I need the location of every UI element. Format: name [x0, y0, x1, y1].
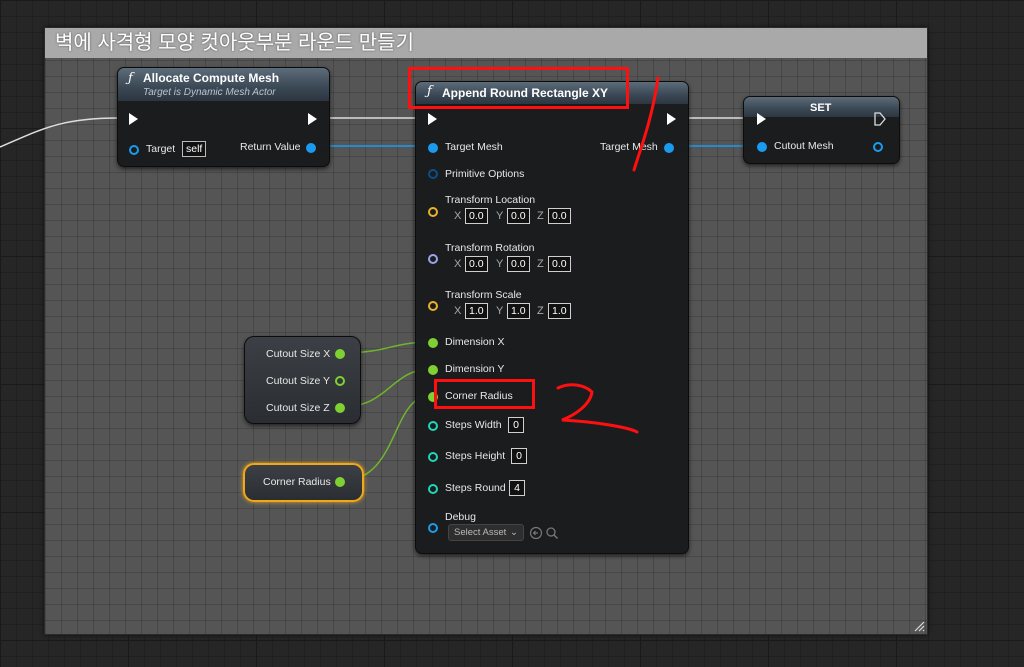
steps-round-label: Steps Round: [445, 482, 506, 494]
exec-out-pin-icon[interactable]: [308, 113, 317, 125]
steps-round-pin-icon[interactable]: [428, 484, 438, 494]
exec-wire-in: [0, 117, 119, 148]
steps-height-pin-icon[interactable]: [428, 452, 438, 462]
axis-x-label: X: [454, 305, 462, 317]
select-asset-dropdown[interactable]: Select Asset ⌄: [448, 524, 524, 541]
axis-y-label: Y: [496, 305, 504, 317]
rotation-y-field[interactable]: 0.0: [507, 256, 530, 272]
transform-rotation-label: Transform Rotation: [445, 242, 535, 254]
corner-radius-var-label: Corner Radius: [263, 476, 331, 488]
target-pin-icon[interactable]: [129, 145, 139, 155]
cutout-size-node[interactable]: Cutout Size X Cutout Size Y Cutout Size …: [244, 336, 361, 424]
steps-width-label: Steps Width: [445, 419, 502, 431]
cutout-size-y-label: Cutout Size Y: [266, 375, 331, 387]
axis-x-label: X: [454, 210, 462, 222]
select-asset-text: Select Asset: [454, 527, 507, 538]
return-value-label: Return Value: [240, 141, 301, 153]
cutout-mesh-label: Cutout Mesh: [774, 140, 834, 152]
exec-in-pin-icon[interactable]: [129, 113, 138, 125]
debug-pin-icon[interactable]: [428, 523, 438, 533]
axis-y-label: Y: [496, 210, 504, 222]
cutout-size-y-pin-icon[interactable]: [335, 376, 345, 386]
corner-radius-var-pin-icon[interactable]: [335, 477, 345, 487]
corner-radius-highlight-box: [434, 379, 535, 409]
node-subtitle: Target is Dynamic Mesh Actor: [143, 87, 276, 98]
debug-label: Debug: [445, 511, 476, 523]
steps-round-field[interactable]: 4: [509, 480, 525, 496]
transform-scale-label: Transform Scale: [445, 289, 522, 301]
browse-arrow-icon[interactable]: [529, 526, 543, 540]
steps-width-pin-icon[interactable]: [428, 421, 438, 431]
scale-x-field[interactable]: 1.0: [465, 303, 488, 319]
scale-y-field[interactable]: 1.0: [507, 303, 530, 319]
return-value-pin-icon[interactable]: [306, 143, 316, 153]
dimension-x-label: Dimension X: [445, 336, 505, 348]
target-label: Target: [146, 143, 176, 155]
exec-in-pin-icon[interactable]: [428, 113, 437, 125]
location-x-field[interactable]: 0.0: [465, 208, 488, 224]
transform-location-label: Transform Location: [445, 194, 536, 206]
search-icon[interactable]: [545, 526, 559, 540]
cutout-size-x-pin-icon[interactable]: [335, 349, 345, 359]
chevron-down-icon: ⌄: [510, 527, 518, 538]
cutout-size-z-label: Cutout Size Z: [266, 402, 330, 414]
cutout-size-z-pin-icon[interactable]: [335, 403, 345, 413]
allocate-compute-mesh-node[interactable]: ƒ Allocate Compute Mesh Target is Dynami…: [117, 67, 330, 167]
rotation-x-field[interactable]: 0.0: [465, 256, 488, 272]
dimension-y-pin-icon[interactable]: [428, 365, 438, 375]
axis-y-label: Y: [496, 258, 504, 270]
node-title: SET: [810, 102, 832, 114]
axis-x-label: X: [454, 258, 462, 270]
function-icon: ƒ: [128, 71, 133, 86]
node-title: Allocate Compute Mesh: [143, 71, 280, 85]
primitive-options-pin-icon[interactable]: [428, 169, 438, 179]
dimension-y-label: Dimension Y: [445, 363, 505, 375]
transform-location-pin-icon[interactable]: [428, 207, 438, 217]
cutout-mesh-out-pin-icon[interactable]: [873, 142, 883, 152]
exec-in-pin-icon[interactable]: [757, 113, 766, 125]
cutout-size-x-label: Cutout Size X: [266, 348, 331, 360]
steps-height-field[interactable]: 0: [511, 448, 527, 464]
target-mesh-in-label: Target Mesh: [445, 141, 503, 153]
transform-scale-pin-icon[interactable]: [428, 301, 438, 311]
location-y-field[interactable]: 0.0: [507, 208, 530, 224]
steps-height-label: Steps Height: [445, 450, 506, 462]
primitive-options-label: Primitive Options: [445, 168, 525, 180]
corner-radius-variable-node[interactable]: Corner Radius: [243, 463, 364, 502]
steps-width-field[interactable]: 0: [508, 417, 524, 433]
set-node[interactable]: SET Cutout Mesh: [743, 96, 900, 164]
exec-out-pin-icon[interactable]: [874, 112, 886, 126]
target-self-field[interactable]: self: [182, 141, 207, 157]
transform-rotation-pin-icon[interactable]: [428, 254, 438, 264]
dimension-x-pin-icon[interactable]: [428, 338, 438, 348]
handwritten-annotation: [556, 76, 660, 434]
cutout-mesh-in-pin-icon[interactable]: [757, 142, 767, 152]
target-mesh-in-pin-icon[interactable]: [428, 143, 438, 153]
